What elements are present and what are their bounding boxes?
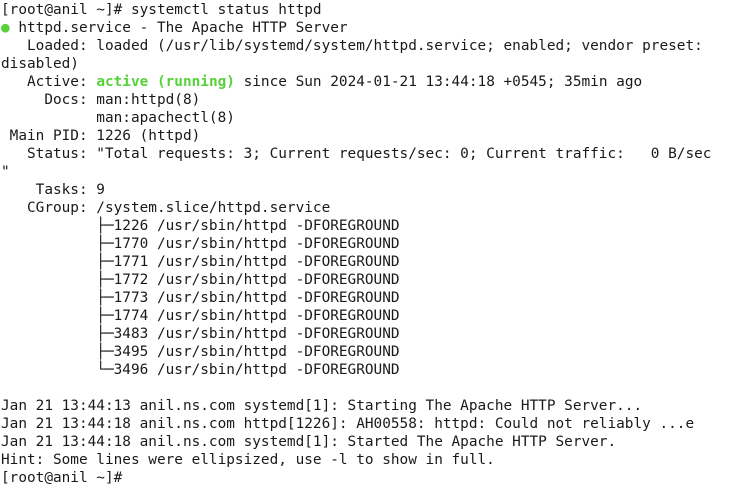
service-header-line: ● httpd.service - The Apache HTTP Server	[1, 19, 348, 37]
shell-prompt: [root@anil ~]#	[1, 470, 131, 486]
service-header: httpd.service - The Apache HTTP Server	[9, 20, 348, 36]
main-pid-line: Main PID: 1226 (httpd)	[1, 128, 201, 144]
cgroup-process-line: ├─1771 /usr/sbin/httpd -DFOREGROUND	[1, 254, 400, 270]
status-dot-icon: ●	[1, 20, 10, 36]
command-text: systemctl status httpd	[130, 2, 322, 18]
cgroup-process-line: ├─3495 /usr/sbin/httpd -DFOREGROUND	[1, 344, 400, 360]
cgroup-process-line: ├─1226 /usr/sbin/httpd -DFOREGROUND	[1, 218, 400, 234]
status-line-continued: "	[1, 164, 10, 180]
active-since: since Sun 2024-01-21 13:44:18 +0545; 35m…	[234, 74, 643, 90]
cgroup-process-line: ├─1774 /usr/sbin/httpd -DFOREGROUND	[1, 308, 400, 324]
active-label: Active:	[1, 74, 97, 90]
docs-line: Docs: man:httpd(8)	[1, 92, 201, 108]
journal-line: Jan 21 13:44:13 anil.ns.com systemd[1]: …	[1, 398, 643, 414]
cgroup-line: CGroup: /system.slice/httpd.service	[1, 200, 331, 216]
status-line: Status: "Total requests: 3; Current requ…	[1, 146, 712, 162]
hint-line: Hint: Some lines were ellipsized, use -l…	[1, 452, 495, 468]
terminal-window[interactable]: [root@anil ~]# systemctl status httpd ● …	[0, 0, 743, 500]
docs-line-continued: man:apachectl(8)	[1, 110, 235, 126]
shell-prompt: [root@anil ~]#	[1, 2, 131, 18]
cgroup-process-line: └─3496 /usr/sbin/httpd -DFOREGROUND	[1, 362, 400, 378]
loaded-line: Loaded: loaded (/usr/lib/systemd/system/…	[1, 38, 703, 54]
cgroup-process-line: ├─3483 /usr/sbin/httpd -DFOREGROUND	[1, 326, 400, 342]
loaded-line-continued: disabled)	[1, 56, 79, 72]
final-prompt-line[interactable]: [root@anil ~]#	[1, 469, 139, 487]
cgroup-process-line: ├─1770 /usr/sbin/httpd -DFOREGROUND	[1, 236, 400, 252]
text-cursor	[131, 469, 139, 484]
active-line: Active: active (running) since Sun 2024-…	[1, 73, 642, 91]
command-line: [root@anil ~]# systemctl status httpd	[1, 1, 322, 19]
journal-line: Jan 21 13:44:18 anil.ns.com httpd[1226]:…	[1, 416, 695, 432]
journal-line: Jan 21 13:44:18 anil.ns.com systemd[1]: …	[1, 434, 617, 450]
active-state: active (running)	[96, 74, 235, 90]
tasks-line: Tasks: 9	[1, 182, 105, 198]
cgroup-process-line: ├─1773 /usr/sbin/httpd -DFOREGROUND	[1, 290, 400, 306]
cgroup-process-line: ├─1772 /usr/sbin/httpd -DFOREGROUND	[1, 272, 400, 288]
